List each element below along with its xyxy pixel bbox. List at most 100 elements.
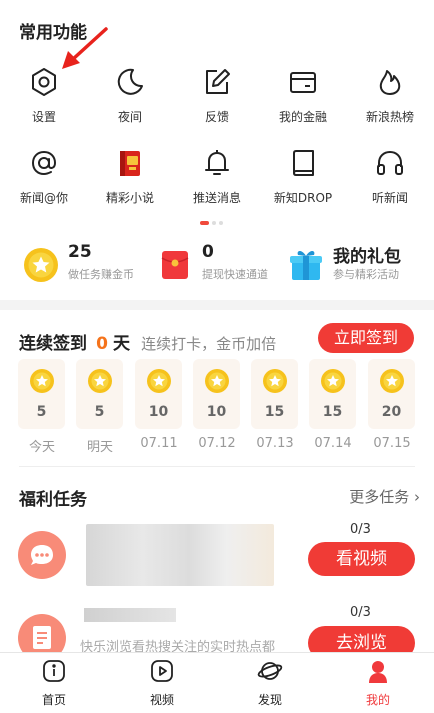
grid-item-feedback[interactable]: 反馈 xyxy=(174,66,260,125)
gift-subtitle: 参与精彩活动 xyxy=(333,268,399,281)
headphones-icon xyxy=(377,150,403,175)
grid-item-hot-list[interactable]: 新浪热榜 xyxy=(347,66,433,125)
tab-mine[interactable]: 我的 xyxy=(324,652,432,708)
day-coin-value: 20 xyxy=(381,404,402,420)
checkin-day: 15 xyxy=(309,359,356,429)
grid-item-label: 听新闻 xyxy=(371,191,408,205)
gold-coin-icon xyxy=(262,369,287,393)
day-label: 07.13 xyxy=(256,436,294,451)
chat-bubble-icon xyxy=(18,531,66,579)
day-label: 07.14 xyxy=(314,436,352,451)
novel-book-icon xyxy=(120,151,140,176)
checkin-subtitle: 连续打卡，金币加倍 xyxy=(141,335,277,353)
coin-subtitle: 做任务赚金币 xyxy=(68,268,134,281)
grid-item-label: 精彩小说 xyxy=(105,191,154,205)
tab-label: 视频 xyxy=(149,693,174,707)
edit-icon xyxy=(206,69,230,94)
checkin-day: 5 xyxy=(18,359,65,429)
tab-video[interactable]: 视频 xyxy=(108,652,216,708)
at-icon xyxy=(31,150,57,176)
checkin-day: 20 xyxy=(368,359,415,429)
moon-icon xyxy=(117,68,143,95)
grid-item-novel[interactable]: 精彩小说 xyxy=(87,147,173,206)
tab-label: 发现 xyxy=(257,693,282,707)
task-progress: 0/3 xyxy=(350,605,371,620)
coin-count: 25 xyxy=(68,242,92,262)
card-icon xyxy=(290,72,316,93)
checkin-title: 连续签到 xyxy=(19,334,87,354)
flame-icon xyxy=(379,70,401,95)
tab-label: 我的 xyxy=(365,693,390,707)
day-coin-value: 15 xyxy=(322,404,343,420)
section-title-tasks: 福利任务 xyxy=(19,490,87,510)
checkin-day: 10 xyxy=(135,359,182,429)
grid-item-listen-news[interactable]: 听新闻 xyxy=(347,147,433,206)
day-coin-value: 5 xyxy=(36,404,47,420)
day-label: 明天 xyxy=(86,440,113,455)
gift-title: 我的礼包 xyxy=(333,247,401,267)
grid-item-label: 新知DROP xyxy=(273,191,333,205)
asset-coins[interactable]: 25 做任务赚金币 xyxy=(22,242,152,288)
book-icon xyxy=(293,150,314,176)
info-box-icon xyxy=(43,660,65,682)
withdraw-subtitle: 提现快速通道 xyxy=(202,268,268,281)
watch-video-button[interactable]: 看视频 xyxy=(308,542,415,576)
asset-gift[interactable]: 我的礼包 参与精彩活动 xyxy=(287,242,427,288)
day-coin-value: 15 xyxy=(264,404,285,420)
divider xyxy=(19,466,415,467)
grid-item-label: 夜间 xyxy=(117,110,142,124)
tab-discover[interactable]: 发现 xyxy=(216,652,324,708)
gold-coin-icon xyxy=(320,369,345,393)
task-progress: 0/3 xyxy=(350,522,371,537)
task-title-blurred xyxy=(84,608,176,622)
profile-icon xyxy=(369,661,387,683)
grid-item-night[interactable]: 夜间 xyxy=(87,66,173,125)
day-coin-value: 10 xyxy=(206,404,227,420)
bell-icon xyxy=(205,150,229,175)
grid-item-push[interactable]: 推送消息 xyxy=(174,147,260,206)
task-description-blurred xyxy=(86,524,274,586)
planet-icon xyxy=(257,662,283,680)
more-tasks-link[interactable]: 更多任务 › xyxy=(349,486,420,507)
gift-icon xyxy=(290,251,322,280)
grid-item-finance[interactable]: 我的金融 xyxy=(260,66,346,125)
page-indicator xyxy=(200,212,226,231)
grid-item-news-at-you[interactable]: 新闻@你 xyxy=(1,147,87,206)
grid-item-settings[interactable]: 设置 xyxy=(1,66,87,125)
tab-home[interactable]: 首页 xyxy=(0,652,108,708)
day-label: 07.15 xyxy=(373,436,411,451)
checkin-day: 5 xyxy=(76,359,123,429)
grid-item-drop[interactable]: 新知DROP xyxy=(260,147,346,206)
grid-item-label: 我的金融 xyxy=(278,110,327,124)
day-label: 今天 xyxy=(28,440,55,455)
grid-item-label: 推送消息 xyxy=(192,191,241,205)
gold-coin-icon xyxy=(87,369,112,393)
checkin-days-unit: 天 xyxy=(113,334,131,354)
common-functions-card: 常用功能 设置 夜间 反馈 我的金融 新浪热榜 新闻@你 精彩小说 推送消息 新… xyxy=(0,0,434,300)
checkin-day: 10 xyxy=(193,359,240,429)
checkin-day: 15 xyxy=(251,359,298,429)
day-label: 07.11 xyxy=(140,436,178,451)
gear-icon xyxy=(32,68,56,96)
play-icon xyxy=(151,660,173,682)
day-coin-value: 5 xyxy=(94,404,105,420)
checkin-button[interactable]: 立即签到 xyxy=(318,323,414,353)
grid-item-label: 新浪热榜 xyxy=(365,110,414,124)
gold-coin-icon xyxy=(379,369,404,393)
gold-coin-icon xyxy=(146,369,171,393)
red-envelope-icon xyxy=(161,251,189,279)
checkin-days-count: 0 xyxy=(96,334,108,354)
checkin-header: 连续签到 0 天 连续打卡，金币加倍 xyxy=(19,329,276,354)
gold-coin-icon xyxy=(204,369,229,393)
grid-item-label: 设置 xyxy=(31,110,56,124)
asset-withdraw[interactable]: 0 提现快速通道 xyxy=(156,242,286,288)
withdraw-amount: 0 xyxy=(202,242,214,262)
day-label: 07.12 xyxy=(198,436,236,451)
gold-coin-icon xyxy=(24,248,58,282)
tab-label: 首页 xyxy=(41,693,66,707)
tasks-card: 福利任务 更多任务 › 0/3 看视频 快乐浏览看热搜关注的实时热点都 0/3 … xyxy=(0,466,434,662)
grid-item-label: 反馈 xyxy=(204,110,229,124)
grid-item-label: 新闻@你 xyxy=(19,191,68,205)
gold-coin-icon xyxy=(29,369,54,393)
day-coin-value: 10 xyxy=(148,404,169,420)
